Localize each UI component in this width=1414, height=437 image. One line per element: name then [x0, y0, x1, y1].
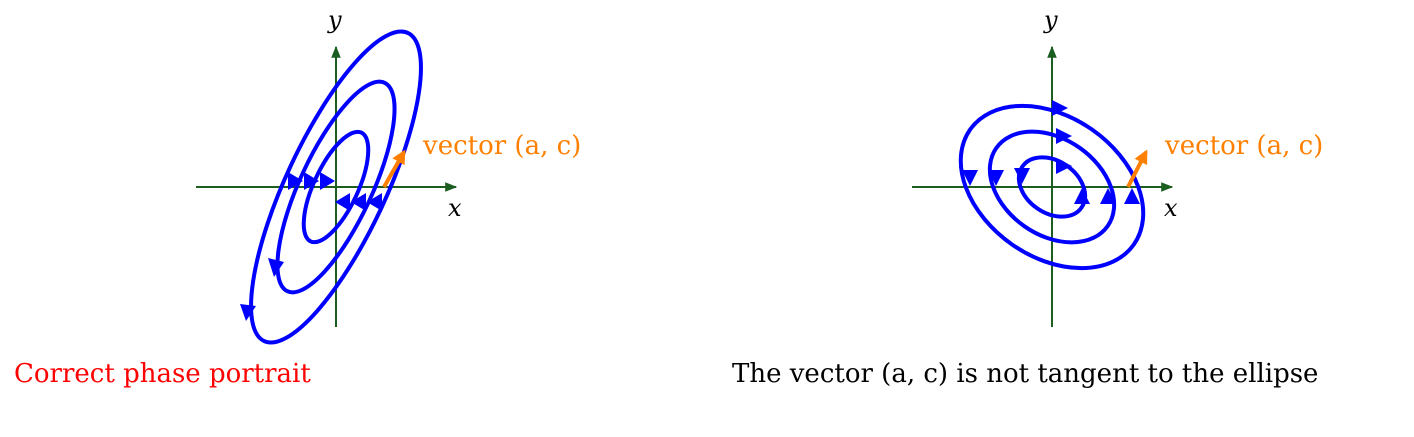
right-direction-arrow	[1074, 188, 1090, 204]
left-x-axis-label: x	[448, 194, 462, 222]
left-panel: x y vector (a, c)	[196, 6, 581, 345]
right-vector-label: vector (a, c)	[1164, 131, 1323, 161]
left-direction-arrow	[367, 193, 382, 211]
right-direction-arrow	[1014, 168, 1030, 184]
right-caption: The vector (a, c) is not tangent to the …	[732, 359, 1319, 389]
right-x-axis-label: x	[1164, 194, 1178, 222]
left-caption: Correct phase portrait	[14, 359, 311, 389]
right-panel: x y vector (a, c)	[912, 6, 1323, 327]
left-direction-arrow	[351, 193, 366, 211]
right-direction-arrow	[1056, 158, 1072, 174]
right-y-axis-label: y	[1043, 6, 1058, 34]
left-direction-arrow	[335, 193, 350, 211]
left-y-axis-label: y	[327, 6, 342, 34]
left-vector-label: vector (a, c)	[422, 131, 581, 161]
